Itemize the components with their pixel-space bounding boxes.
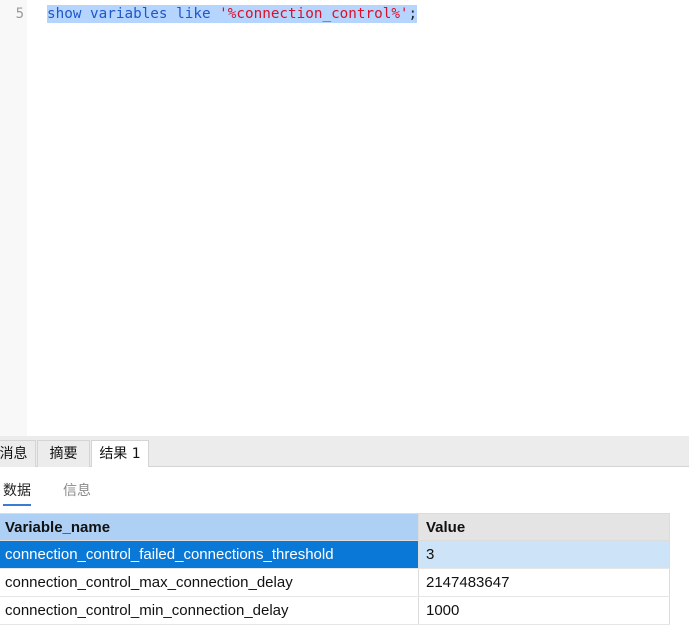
column-header-variable-name[interactable]: Variable_name <box>0 514 419 540</box>
result-grid: Variable_name Value connection_control_f… <box>0 513 670 625</box>
cell-value[interactable]: 3 <box>419 541 670 568</box>
cell-value[interactable]: 2147483647 <box>419 569 670 596</box>
table-row[interactable]: connection_control_failed_connections_th… <box>0 541 670 569</box>
keyword-variables: variables <box>90 6 168 22</box>
tab-result-1[interactable]: 结果 1 <box>91 440 149 468</box>
cell-value[interactable]: 1000 <box>419 597 670 624</box>
subtab-data[interactable]: 数据 <box>3 481 31 506</box>
tab-summary[interactable]: 摘要 <box>37 440 90 467</box>
subtab-info[interactable]: 信息 <box>63 481 91 501</box>
cell-variable-name[interactable]: connection_control_min_connection_delay <box>0 597 419 624</box>
sql-editor[interactable]: 5 show variables like '%connection_contr… <box>0 0 689 436</box>
tab-messages[interactable]: 消息 <box>0 440 36 467</box>
cell-variable-name[interactable]: connection_control_failed_connections_th… <box>0 541 419 568</box>
keyword-like: like <box>176 6 211 22</box>
grid-header-row: Variable_name Value <box>0 513 670 541</box>
line-number: 5 <box>15 6 24 22</box>
result-tab-bar: 消息 摘要 结果 1 <box>0 436 689 468</box>
sub-tab-bar: 数据 信息 <box>0 467 689 513</box>
cell-variable-name[interactable]: connection_control_max_connection_delay <box>0 569 419 596</box>
column-header-value[interactable]: Value <box>419 514 670 540</box>
table-row[interactable]: connection_control_min_connection_delay … <box>0 597 670 625</box>
code-line[interactable]: show variables like '%connection_control… <box>47 5 418 23</box>
selected-text: show variables like '%connection_control… <box>47 5 418 23</box>
line-number-gutter: 5 <box>0 0 27 436</box>
semicolon: ; <box>408 6 418 22</box>
string-literal: '%connection_control%' <box>219 6 409 22</box>
table-row[interactable]: connection_control_max_connection_delay … <box>0 569 670 597</box>
sql-query-window: 5 show variables like '%connection_contr… <box>0 0 689 632</box>
keyword-show: show <box>47 6 82 22</box>
